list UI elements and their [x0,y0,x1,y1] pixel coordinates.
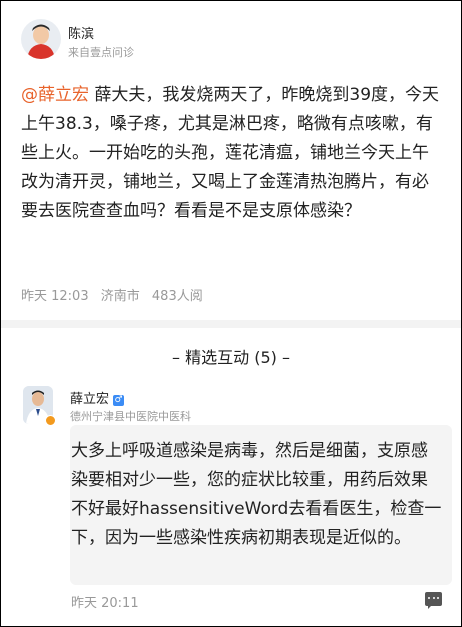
post-views: 483人阅 [151,289,203,304]
male-icon: ♂ [113,395,125,406]
reply-author-label: 薛立宏 [70,392,110,407]
reply-text: 大多上呼吸道感染是病毒，然后是细菌，支原感染要相对少一些，您的症状比较重，用药后… [71,441,442,548]
author-avatar[interactable] [21,19,61,59]
post-text: 薛大夫，我发烧两天了，昨晚烧到39度，今天上午38.3，嗓子疼，尤其是淋巴疼，略… [21,85,440,221]
post-location: 济南市 [100,289,140,304]
post-source: 来自壹点问诊 [68,46,134,59]
verified-badge-icon [45,415,56,426]
mention-link[interactable]: @薛立宏 [21,85,89,105]
featured-interactions-title: – 精选互动 (5) – [172,348,290,367]
post-time: 昨天 12:03 [21,289,89,304]
weibo-post-screen: 陈滨 来自壹点问诊 @薛立宏 薛大夫，我发烧两天了，昨晚烧到39度，今天上午38… [0,0,462,627]
post-content: @薛立宏 薛大夫，我发烧两天了，昨晚烧到39度，今天上午38.3，嗓子疼，尤其是… [21,81,441,226]
section-divider [1,320,461,328]
reply-time: 昨天 20:11 [71,596,139,611]
post-header: 陈滨 来自壹点问诊 [21,17,441,63]
author-name[interactable]: 陈滨 [68,23,94,42]
post-meta: 昨天 12:03 济南市 483人阅 [21,285,211,304]
comment-icon[interactable] [425,592,442,609]
reply-author-name[interactable]: 薛立宏 ♂ [70,388,125,407]
reply-author-org: 德州宁津县中医院中医科 [70,410,191,423]
